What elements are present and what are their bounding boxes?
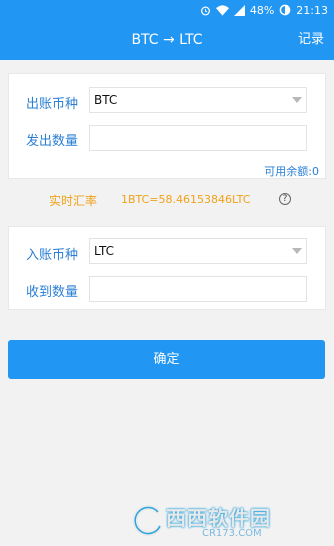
watermark-logo: 西西软件园 CR173.COM: [130, 502, 330, 542]
clock: 21:13: [296, 3, 328, 17]
receive-currency-select[interactable]: LTC: [89, 238, 307, 264]
rate-label: 实时汇率: [49, 194, 98, 208]
app-bar: BTC → LTC 记录: [0, 20, 334, 60]
watermark-url: CR173.COM: [202, 528, 262, 539]
receive-card: 入账币种 LTC 收到数量: [8, 226, 326, 310]
receive-amount-input[interactable]: [89, 276, 307, 302]
send-amount-label: 发出数量: [26, 134, 79, 149]
wifi-icon: [215, 4, 229, 16]
help-icon[interactable]: ?: [279, 193, 291, 205]
send-currency-select[interactable]: BTC: [89, 87, 307, 113]
receive-currency-value: LTC: [94, 244, 115, 258]
signal-icon: [233, 4, 245, 16]
battery-percent: 48%: [249, 3, 275, 17]
receive-amount-label: 收到数量: [26, 285, 79, 300]
rate-value: 1BTC=58.46153846LTC: [121, 193, 251, 206]
alarm-icon: [200, 5, 211, 16]
page-title: BTC → LTC: [131, 32, 203, 48]
available-balance: 可用余额:0: [264, 165, 319, 178]
watermark-swirl-icon: [132, 505, 163, 537]
chevron-down-icon: [292, 97, 302, 103]
send-currency-value: BTC: [94, 93, 118, 107]
watermark-brand: 西西软件园: [166, 506, 271, 530]
send-amount-input[interactable]: [89, 125, 307, 151]
status-bar: 48% 21:13: [0, 0, 334, 20]
chevron-down-icon: [292, 248, 302, 254]
confirm-button[interactable]: 确定: [8, 340, 325, 379]
send-card: 出账币种 BTC 发出数量 可用余额:0: [8, 73, 326, 179]
battery-icon: [279, 4, 291, 16]
send-currency-label: 出账币种: [26, 97, 79, 112]
receive-currency-label: 入账币种: [26, 248, 79, 263]
records-button[interactable]: 记录: [298, 20, 324, 60]
